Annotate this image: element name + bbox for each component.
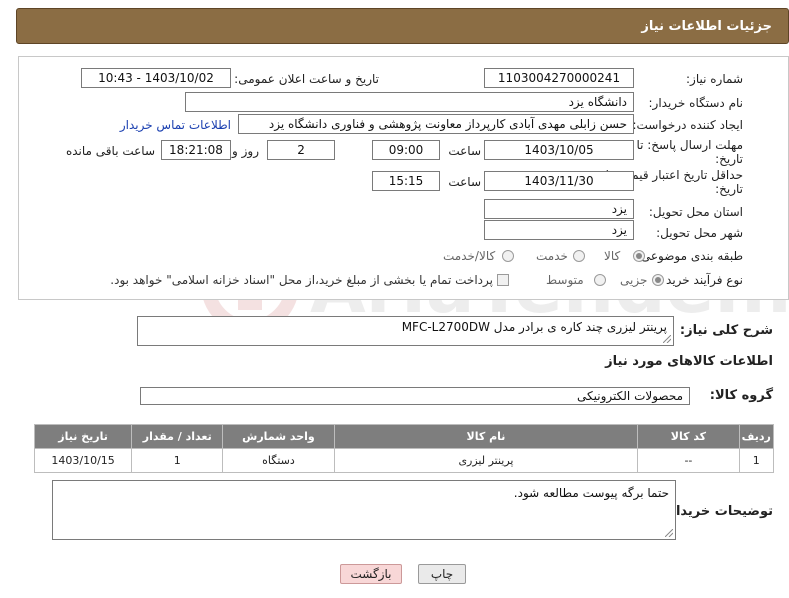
payment-checkbox[interactable] [497, 274, 509, 286]
price-deadline-label-2: تاریخ: [715, 182, 743, 196]
process-label: نوع فرآیند خرید : [658, 273, 743, 287]
cell-unit: دستگاه [222, 448, 335, 473]
cell-goods-code: -- [637, 448, 740, 473]
process-radio-medium[interactable] [594, 274, 606, 286]
buyer-notes-textarea[interactable]: حتما برگه پیوست مطالعه شود. [52, 480, 676, 540]
goods-table-header: تاریخ نیاز تعداد / مقدار واحد شمارش نام … [33, 424, 775, 449]
category-label: طبقه بندی موضوعی: [636, 249, 743, 263]
requester-field[interactable]: حسن زابلی مهدی آبادی کارپرداز معاونت پژو… [238, 114, 634, 134]
announce-field[interactable]: 1403/10/02 - 10:43 [81, 68, 231, 88]
goods-section-title: اطلاعات کالاهای مورد نیاز [605, 354, 773, 369]
page-header: جزئیات اطلاعات نیاز [16, 8, 789, 44]
col-quantity: تعداد / مقدار [131, 424, 224, 449]
description-label: شرح کلی نیاز: [679, 323, 773, 338]
cell-quantity: 1 [131, 448, 224, 473]
category-radio-service[interactable] [573, 250, 585, 262]
days-remaining-field[interactable]: 2 [267, 140, 335, 160]
reply-deadline-label: مهلت ارسال پاسخ: تا [636, 138, 743, 152]
reply-time-field[interactable]: 09:00 [372, 140, 440, 160]
table-row: 1403/10/15 1 دستگاه پرینتر لیزری -- 1 [33, 448, 775, 473]
reply-time-label: ساعت [448, 144, 481, 158]
need-number-label: شماره نیاز: [686, 72, 743, 86]
buyer-org-field[interactable]: دانشگاه یزد [185, 92, 634, 112]
goods-group-field[interactable]: محصولات الکترونیکی [140, 387, 690, 405]
resize-grip-icon[interactable] [665, 529, 673, 537]
need-number-field[interactable]: 1103004270000241 [484, 68, 634, 88]
time-remaining-label: ساعت باقی مانده [65, 144, 155, 158]
reply-deadline-label-2: تاریخ: [715, 152, 743, 166]
province-label: استان محل تحویل: [648, 205, 743, 219]
back-button[interactable]: بازگشت [340, 564, 402, 584]
category-option-goods: کالا [604, 249, 621, 263]
description-text: پرینتر لیزری چند کاره ی برادر مدل MFC-L2… [401, 320, 667, 334]
col-goods-code: کد کالا [637, 424, 740, 449]
reply-date-field[interactable]: 1403/10/05 [484, 140, 634, 160]
buyer-org-label: نام دستگاه خریدار: [648, 96, 744, 110]
cell-need-date: 1403/10/15 [33, 448, 133, 473]
buyer-contact-link[interactable]: اطلاعات تماس خریدار [120, 118, 231, 132]
province-field[interactable]: یزد [484, 199, 634, 219]
cell-row: 1 [738, 448, 775, 473]
col-goods-name: نام کالا [333, 424, 639, 449]
goods-group-label: گروه کالا: [709, 388, 773, 403]
price-time-label: ساعت [448, 175, 481, 189]
city-label: شهر محل تحویل: [656, 226, 743, 240]
print-button[interactable]: چاپ [418, 564, 466, 584]
category-option-both: کالا/خدمت [443, 249, 496, 263]
time-remaining-field[interactable]: 18:21:08 [161, 140, 231, 160]
process-radio-minor[interactable] [652, 274, 664, 286]
category-option-service: خدمت [536, 249, 568, 263]
announce-label: تاریخ و ساعت اعلان عمومی: [234, 72, 379, 86]
cell-goods-name: پرینتر لیزری [333, 448, 639, 473]
buyer-notes-label: توضیحات خریدار: [663, 504, 773, 519]
col-need-date: تاریخ نیاز [33, 424, 133, 449]
category-radio-goods[interactable] [633, 250, 645, 262]
goods-table: تاریخ نیاز تعداد / مقدار واحد شمارش نام … [33, 424, 775, 473]
price-time-field[interactable]: 15:15 [372, 171, 440, 191]
col-row: ردیف [738, 424, 775, 449]
page-title: جزئیات اطلاعات نیاز [641, 18, 772, 34]
category-radio-both[interactable] [502, 250, 514, 262]
process-option-medium: متوسط [546, 273, 584, 287]
resize-grip-icon[interactable] [663, 335, 671, 343]
requester-label: ایجاد کننده درخواست: [632, 118, 743, 132]
process-option-minor: جزیی [620, 273, 648, 287]
payment-note: پرداخت تمام یا بخشی از مبلغ خرید،از محل … [110, 273, 493, 287]
description-textarea[interactable]: پرینتر لیزری چند کاره ی برادر مدل MFC-L2… [137, 316, 674, 346]
city-field[interactable]: یزد [484, 220, 634, 240]
price-date-field[interactable]: 1403/11/30 [484, 171, 634, 191]
col-unit: واحد شمارش [222, 424, 335, 449]
days-label: روز و [232, 144, 259, 158]
buyer-notes-text: حتما برگه پیوست مطالعه شود. [513, 486, 669, 500]
